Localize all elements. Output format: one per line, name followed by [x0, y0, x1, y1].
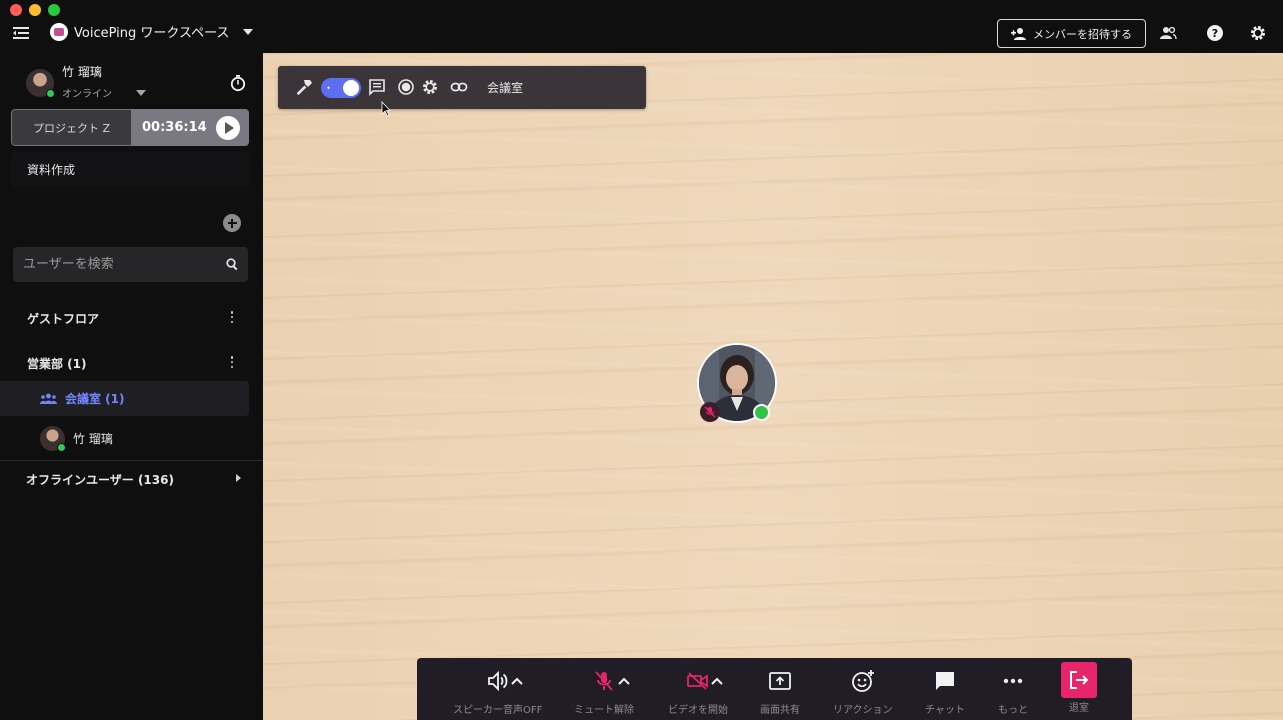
floor-sales[interactable]: 営業部 (1): [27, 355, 87, 372]
sidebar: 竹 瑠璃 オンライン プロジェクト Z 00:36:14 資料作成 ユーザーを検…: [0, 53, 263, 720]
elapsed-time: 00:36:14: [142, 120, 207, 135]
window-controls: [10, 4, 60, 16]
current-task[interactable]: 資料作成: [11, 151, 249, 187]
chevron-up-icon[interactable]: [511, 677, 523, 685]
mouse-cursor-icon: [381, 101, 391, 117]
chevron-right-icon[interactable]: [236, 474, 241, 482]
top-bar: VoicePing ワークスペース メンバーを招待する ?: [0, 0, 1283, 53]
exit-button[interactable]: [1061, 662, 1097, 698]
online-status-dot: [753, 404, 770, 421]
minimize-window-button[interactable]: [29, 4, 41, 16]
workspace-name: VoicePing ワークスペース: [74, 26, 230, 41]
member-name: 竹 瑠璃: [73, 432, 113, 446]
add-person-icon: [1011, 27, 1026, 40]
record-icon[interactable]: [397, 78, 415, 96]
project-timer: プロジェクト Z 00:36:14: [11, 109, 249, 146]
unmute-label: ミュート解除: [574, 705, 634, 716]
room-toolbar: ⬩ 会議室: [278, 66, 646, 109]
status-selector[interactable]: オンライン: [62, 85, 146, 100]
speaker-icon: [487, 671, 508, 691]
voiceping-app: VoicePing ワークスペース メンバーを招待する ? 竹 瑠璃 オンライン…: [0, 0, 1283, 720]
room-canvas[interactable]: ⬩ 会議室: [263, 53, 1283, 720]
exit-icon: [1070, 671, 1089, 689]
unmute-button[interactable]: ミュート解除: [574, 668, 634, 716]
more-vert-icon[interactable]: [230, 356, 234, 368]
emoji-reaction-icon: [851, 670, 874, 692]
notes-icon[interactable]: [368, 78, 386, 96]
status-label: オンライン: [62, 89, 112, 100]
online-status-dot: [57, 443, 66, 452]
speaker-button[interactable]: スピーカー音声OFF: [453, 668, 542, 716]
more-vert-icon[interactable]: [230, 311, 234, 323]
search-input[interactable]: [13, 247, 248, 282]
start-video-button[interactable]: ビデオを開始: [668, 668, 728, 716]
more-button[interactable]: もっと: [998, 668, 1028, 716]
chevron-up-icon[interactable]: [711, 677, 723, 685]
add-icon[interactable]: [223, 214, 241, 232]
mode-toggle[interactable]: ⬩: [321, 78, 361, 98]
room-member[interactable]: 竹 瑠璃: [40, 426, 113, 452]
user-search: [13, 247, 248, 282]
close-window-button[interactable]: [10, 4, 22, 16]
floor-guest[interactable]: ゲストフロア: [27, 310, 99, 327]
video-off-icon: [687, 672, 708, 690]
group-icon: [40, 393, 57, 404]
person-icon: ⬩: [327, 83, 330, 92]
link-icon[interactable]: [450, 78, 468, 96]
screen-share-label: 画面共有: [760, 705, 800, 716]
play-button[interactable]: [216, 115, 240, 140]
toggle-knob: [343, 80, 359, 96]
room-label: 会議室 (1): [65, 392, 125, 406]
user-avatar-bubble[interactable]: [697, 343, 777, 423]
profile-avatar[interactable]: [26, 69, 55, 98]
room-settings-icon[interactable]: [421, 78, 439, 96]
start-video-label: ビデオを開始: [668, 705, 728, 716]
chevron-down-icon: [136, 89, 146, 96]
help-icon[interactable]: ?: [1206, 24, 1224, 42]
leave-label: 退室: [1069, 703, 1089, 714]
svg-text:?: ?: [1212, 27, 1218, 40]
menu-toggle-icon[interactable]: [12, 24, 30, 42]
divider: [0, 460, 263, 461]
more-label: もっと: [998, 705, 1028, 716]
play-icon: [225, 121, 234, 134]
reaction-button[interactable]: リアクション: [833, 668, 893, 716]
call-controls-bar: スピーカー音声OFF ミュート解除 ビデオを開始 画面共有 リアクション チャッ…: [417, 658, 1132, 720]
project-name-button[interactable]: プロジェクト Z: [11, 109, 131, 146]
workspace-switcher[interactable]: VoicePing ワークスペース: [50, 22, 254, 41]
leave-room-button[interactable]: 退室: [1061, 662, 1097, 714]
chevron-up-icon[interactable]: [618, 677, 630, 685]
online-status-dot: [46, 89, 55, 98]
avatar: [26, 69, 55, 98]
search-icon[interactable]: [226, 258, 239, 271]
mic-muted-icon: [700, 402, 720, 422]
chevron-down-icon: [243, 28, 254, 35]
reaction-label: リアクション: [833, 705, 893, 716]
more-horiz-icon: [1003, 678, 1023, 684]
screen-share-button[interactable]: 画面共有: [760, 668, 800, 716]
hammer-icon[interactable]: [295, 78, 313, 96]
project-timer-panel: 00:36:14: [131, 109, 249, 146]
stopwatch-icon[interactable]: [229, 74, 247, 92]
avatar: [40, 426, 66, 452]
settings-gear-icon[interactable]: [1249, 24, 1267, 42]
voiceping-logo-icon: [50, 22, 68, 41]
invite-member-button[interactable]: メンバーを招待する: [997, 19, 1146, 48]
maximize-window-button[interactable]: [48, 4, 60, 16]
speaker-label: スピーカー音声OFF: [453, 705, 543, 716]
chat-button[interactable]: チャット: [925, 668, 965, 716]
chat-label: チャット: [925, 705, 965, 716]
mic-off-icon: [595, 671, 613, 691]
sidebar-item-meeting-room[interactable]: 会議室 (1): [0, 381, 249, 416]
invite-member-label: メンバーを招待する: [1033, 27, 1132, 41]
screen-share-icon: [769, 672, 791, 690]
chat-icon: [935, 672, 954, 690]
offline-users-section[interactable]: オフラインユーザー (136): [26, 471, 174, 488]
profile-name: 竹 瑠璃: [62, 65, 102, 79]
room-title: 会議室: [487, 81, 524, 95]
members-icon[interactable]: [1159, 24, 1177, 42]
